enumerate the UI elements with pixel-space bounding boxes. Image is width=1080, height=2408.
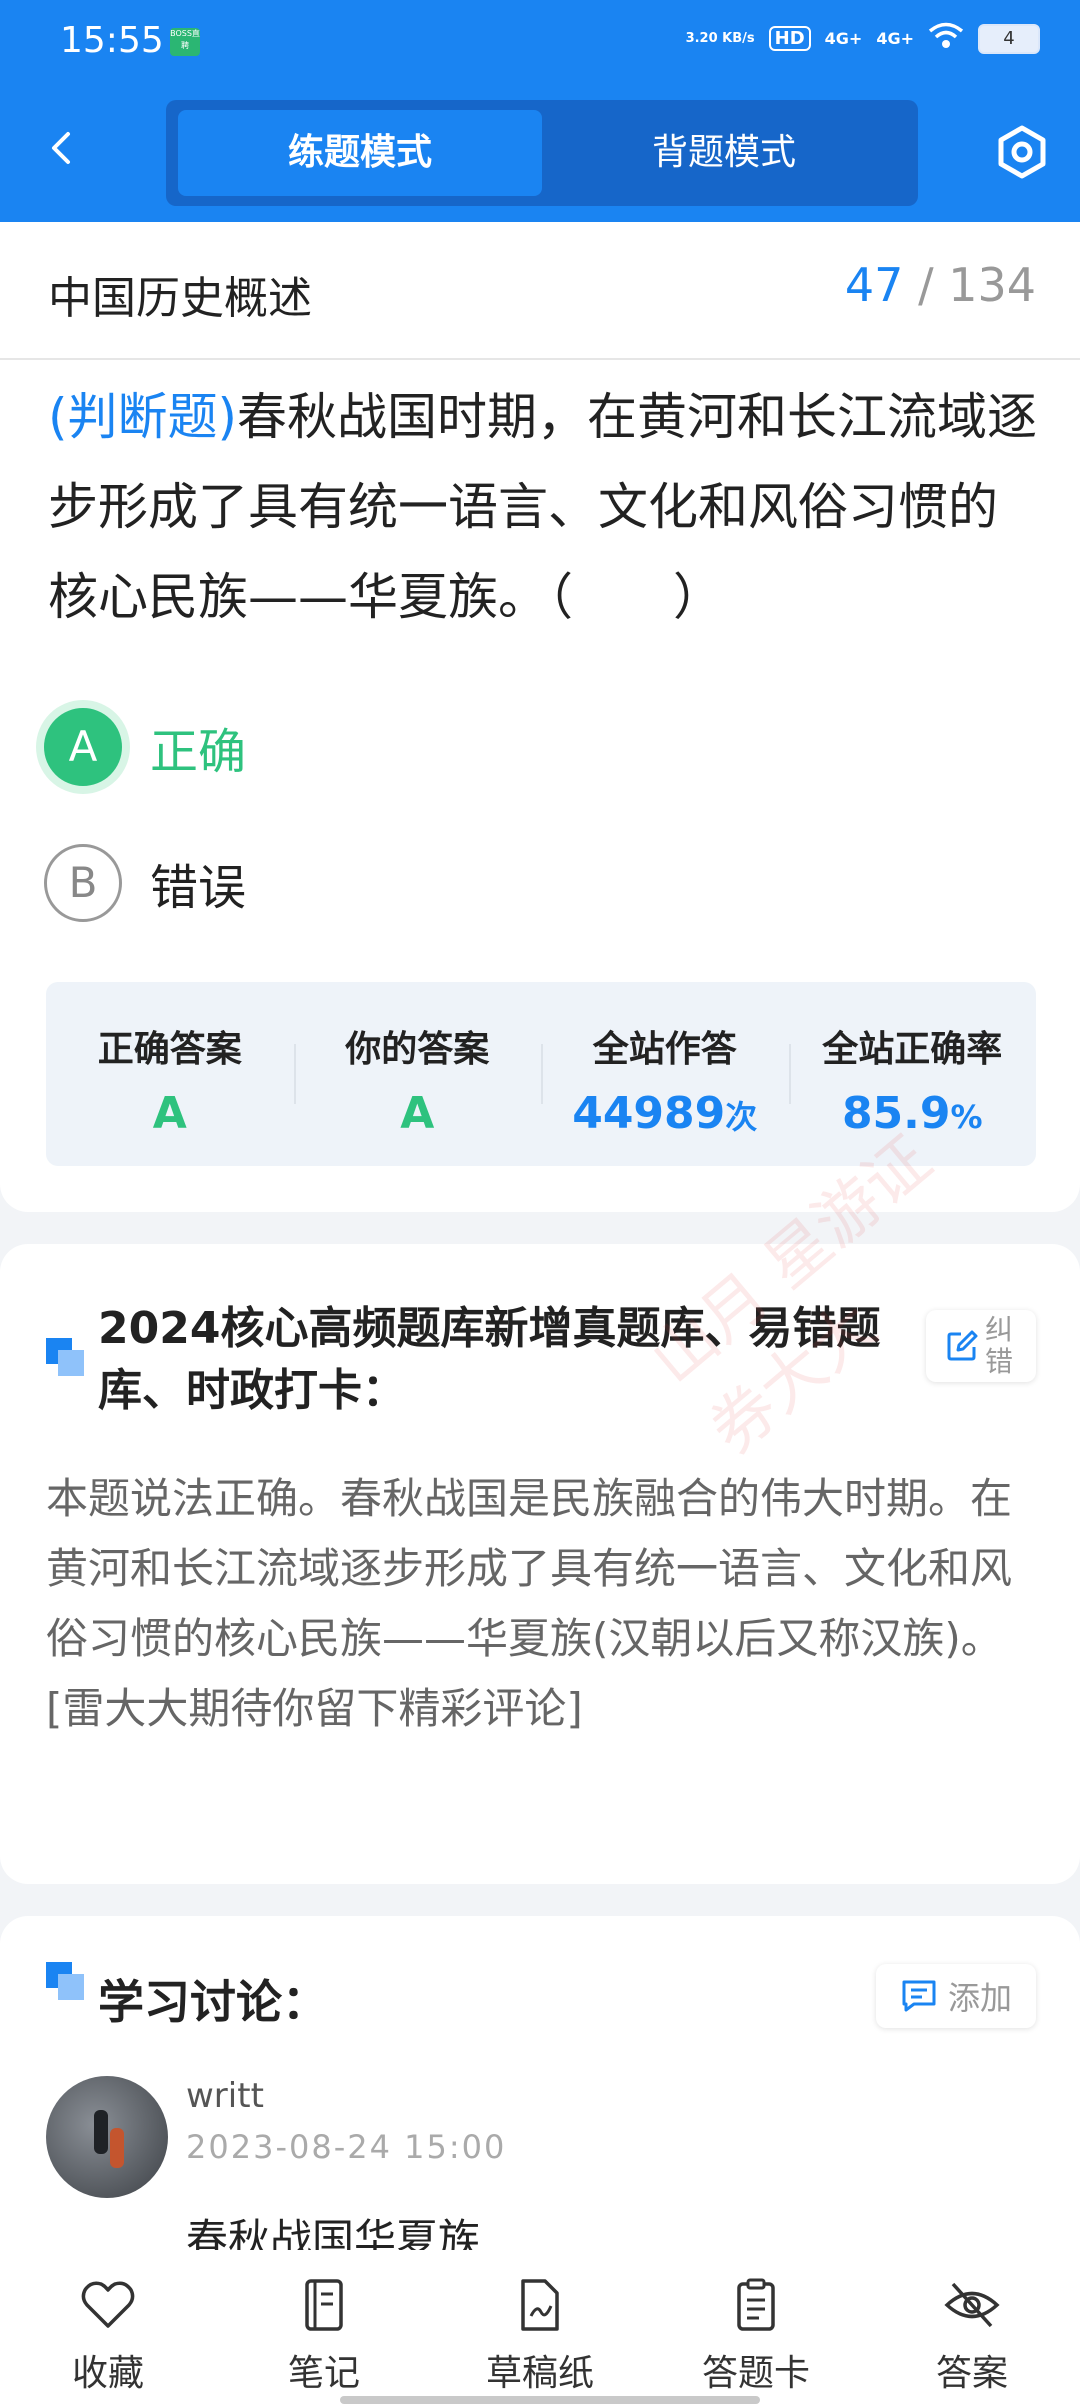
analysis-note: [雷大大期待你留下精彩评论] — [46, 1684, 583, 1733]
stat-total-answers: 全站作答 44989次 — [541, 982, 789, 1166]
stat-title: 全站作答 — [592, 1029, 737, 1070]
question-progress: 47 / 134 — [845, 258, 1036, 312]
progress-separator: / — [918, 258, 934, 312]
stat-value: 44989次 — [572, 1088, 758, 1139]
option-b-letter: B — [44, 844, 122, 922]
eye-off-icon — [944, 2282, 1000, 2328]
home-indicator[interactable] — [340, 2396, 760, 2404]
tab-memorize-mode[interactable]: 背题模式 — [542, 110, 906, 196]
option-b[interactable]: B 错误 — [44, 844, 246, 922]
mode-switch: 练题模式 背题模式 — [166, 100, 918, 206]
stat-your-answer: 你的答案 A — [293, 982, 542, 1166]
stat-accuracy: 全站正确率 85.9% — [788, 982, 1037, 1166]
draft-icon — [521, 2279, 559, 2331]
nav-answer-sheet[interactable]: 答题卡 — [648, 2250, 864, 2408]
report-error-label: 纠错 — [985, 1313, 1014, 1378]
comment-icon — [902, 1980, 936, 2012]
wifi-icon — [928, 22, 964, 55]
current-index: 47 — [844, 258, 904, 312]
status-bar: 15:55 BOSS直聘 3.20 KB/s HD 4G+ 4G+ 4 — [0, 0, 1080, 84]
option-a[interactable]: A 正确 — [44, 708, 246, 786]
signal-icon-2: 4G+ — [876, 29, 914, 48]
nav-notes[interactable]: 笔记 — [216, 2250, 432, 2408]
stat-title: 全站正确率 — [822, 1029, 1003, 1070]
nav-draft-paper[interactable]: 草稿纸 — [432, 2250, 648, 2408]
settings-gear-icon[interactable] — [994, 124, 1050, 180]
comment-date: 2023-08-24 15:00 — [186, 2128, 507, 2166]
stat-title: 你的答案 — [345, 1029, 490, 1070]
analysis-body: 本题说法正确。春秋战国是民族融合的伟大时期。在黄河和长江流域逐步形成了具有统一语… — [46, 1474, 1013, 1663]
section-square-icon — [46, 1338, 84, 1376]
analysis-title: 2024核心高频题库新增真题库、易错题库、时政打卡： — [98, 1303, 881, 1416]
section-square-icon — [46, 1962, 84, 2000]
comment-username: writt — [186, 2076, 264, 2116]
question-text: (判断题)春秋战国时期，在黄河和长江流域逐步形成了具有统一语言、文化和风俗习惯的… — [48, 372, 1038, 642]
question-type: (判断题) — [48, 388, 238, 446]
heart-icon — [81, 2281, 135, 2328]
status-time: 15:55 — [60, 20, 164, 61]
clipboard-icon — [737, 2278, 775, 2331]
stat-correct-answer: 正确答案 A — [46, 982, 294, 1166]
hd-icon: HD — [768, 26, 811, 51]
stat-value: A — [152, 1088, 187, 1139]
nav-answer[interactable]: 答案 — [864, 2250, 1080, 2408]
option-a-letter: A — [44, 708, 122, 786]
nav-label: 收藏 — [71, 2353, 144, 2394]
back-arrow-icon[interactable] — [44, 130, 80, 166]
stat-value: 85.9% — [841, 1088, 983, 1139]
report-error-button[interactable]: 纠错 — [926, 1310, 1036, 1382]
tab-practice-mode[interactable]: 练题模式 — [178, 110, 542, 196]
battery-icon: 4 — [978, 23, 1040, 54]
nav-label: 草稿纸 — [485, 2353, 594, 2394]
nav-favorite[interactable]: 收藏 — [0, 2250, 216, 2408]
analysis-text: 本题说法正确。春秋战国是民族融合的伟大时期。在黄河和长江流域逐步形成了具有统一语… — [46, 1464, 1036, 1744]
edit-icon — [947, 1330, 978, 1361]
nav-label: 笔记 — [287, 2353, 360, 2394]
top-bar: 15:55 BOSS直聘 3.20 KB/s HD 4G+ 4G+ 4 练题模式… — [0, 0, 1080, 222]
bottom-nav: 收藏 笔记 草稿纸 答题卡 答案 — [0, 2250, 1080, 2408]
signal-icon: 4G+ — [824, 29, 863, 48]
status-icons: 3.20 KB/s HD 4G+ 4G+ 4 — [686, 22, 1040, 55]
total-count: 134 — [948, 258, 1036, 312]
subject-title: 中国历史概述 — [48, 273, 312, 324]
add-comment-label: 添加 — [947, 1979, 1012, 2017]
question-card: 中国历史概述 47 / 134 (判断题)春秋战国时期，在黄河和长江流域逐步形成… — [0, 222, 1080, 1212]
add-comment-button[interactable]: 添加 — [875, 1964, 1036, 2028]
analysis-card: 2024核心高频题库新增真题库、易错题库、时政打卡： 纠错 本题说法正确。春秋战… — [0, 1244, 1080, 1884]
net-speed: 3.20 KB/s — [685, 31, 755, 46]
option-b-label: 错误 — [150, 860, 247, 916]
nav-label: 答案 — [935, 2353, 1008, 2394]
option-a-label: 正确 — [150, 724, 247, 780]
avatar[interactable] — [46, 2076, 168, 2198]
notebook-icon — [305, 2279, 343, 2331]
stat-value: A — [400, 1088, 435, 1139]
answer-stats: 正确答案 A 你的答案 A 全站作答 44989次 全站正确率 85.9% — [46, 982, 1036, 1166]
stat-title: 正确答案 — [97, 1029, 242, 1070]
divider — [0, 358, 1080, 360]
discussion-title: 学习讨论： — [98, 1975, 328, 2029]
app-badge-icon: BOSS直聘 — [170, 28, 200, 56]
nav-label: 答题卡 — [701, 2353, 810, 2394]
